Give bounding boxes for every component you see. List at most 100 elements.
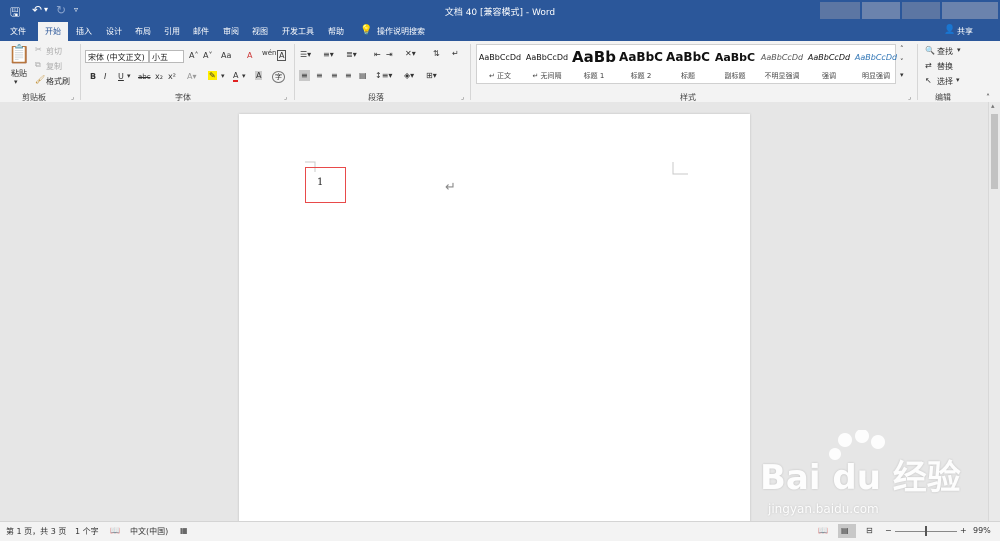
cut-icon[interactable]: ✂ <box>35 45 42 54</box>
replace-button[interactable]: 替换 <box>937 61 953 72</box>
distributed-button[interactable]: ▤ <box>359 71 367 80</box>
grow-font-button[interactable]: A˄ <box>189 51 198 60</box>
select-dropdown-icon[interactable]: ▾ <box>956 76 960 84</box>
decrease-indent-button[interactable]: ⇤ <box>374 50 381 59</box>
font-launcher-icon[interactable]: ⌟ <box>284 93 287 101</box>
copy-button[interactable]: 复制 <box>46 61 62 72</box>
style-title[interactable]: AaBbC 标题 <box>665 45 711 83</box>
share-icon[interactable]: 👤 <box>944 25 955 35</box>
character-border-button[interactable]: A <box>277 50 287 61</box>
phonetic-guide-button[interactable]: wén <box>262 49 276 57</box>
word-count-status[interactable]: 1 个字 <box>75 526 99 537</box>
highlight-dropdown-icon[interactable]: ▾ <box>221 72 225 80</box>
collapse-ribbon-icon[interactable]: ˄ <box>986 93 990 102</box>
zoom-in-button[interactable]: + <box>960 526 967 535</box>
style-subtitle[interactable]: AaBbC 副标题 <box>712 45 758 83</box>
web-layout-icon[interactable]: ⊟ <box>866 526 873 535</box>
tab-insert[interactable]: 插入 <box>76 26 92 37</box>
chinese-layout-button[interactable]: ✕▾ <box>405 49 416 58</box>
tab-home[interactable]: 开始 <box>38 22 68 41</box>
clipboard-launcher-icon[interactable]: ⌟ <box>71 93 74 101</box>
styles-launcher-icon[interactable]: ⌟ <box>908 93 911 101</box>
find-icon[interactable]: 🔍 <box>925 46 935 55</box>
proofing-icon[interactable]: 📖 <box>110 526 120 535</box>
change-case-button[interactable]: Aa <box>221 51 231 60</box>
zoom-level[interactable]: 99% <box>973 526 991 535</box>
style-normal[interactable]: AaBbCcDd ↵ 正文 <box>477 45 523 83</box>
customize-toolbar-icon[interactable]: ▿ <box>74 5 78 14</box>
tab-mailings[interactable]: 邮件 <box>193 26 209 37</box>
read-mode-icon[interactable]: 📖 <box>818 526 828 535</box>
format-painter-button[interactable]: 格式刷 <box>46 76 70 87</box>
justify-button[interactable]: ≡ <box>345 71 352 80</box>
character-shading-button[interactable]: A <box>255 71 263 80</box>
clear-formatting-button[interactable]: A <box>247 51 252 60</box>
bullets-button[interactable]: ☰▾ <box>300 50 311 59</box>
tab-file[interactable]: 文件 <box>10 26 26 37</box>
style-heading-2[interactable]: AaBbC 标题 2 <box>618 45 664 83</box>
save-icon[interactable]: 🖫 <box>10 3 20 24</box>
shrink-font-button[interactable]: A˅ <box>203 51 212 60</box>
styles-more-icon[interactable]: ▾ <box>900 71 904 79</box>
enclose-characters-button[interactable]: 字 <box>272 71 285 83</box>
multilevel-list-button[interactable]: ≣▾ <box>346 50 357 59</box>
select-icon[interactable]: ↖ <box>925 76 932 85</box>
sort-button[interactable]: ⇅ <box>433 49 440 58</box>
tab-help[interactable]: 帮助 <box>328 26 344 37</box>
tell-me-search[interactable]: 操作说明搜索 <box>377 26 425 37</box>
scroll-thumb[interactable] <box>991 114 998 189</box>
zoom-slider-thumb[interactable] <box>925 526 927 536</box>
text-effects-button[interactable]: A▾ <box>187 72 197 81</box>
share-button[interactable]: 共享 <box>957 26 973 37</box>
align-left-button[interactable]: ≡ <box>299 70 310 81</box>
show-marks-button[interactable]: ↵ <box>452 49 459 58</box>
redo-icon[interactable]: ↻ <box>56 3 66 17</box>
italic-button[interactable]: I <box>104 72 106 81</box>
highlight-color-button[interactable]: ✎ <box>208 71 217 80</box>
shading-button[interactable]: ◈▾ <box>404 71 414 80</box>
paragraph-launcher-icon[interactable]: ⌟ <box>461 93 464 101</box>
font-color-dropdown-icon[interactable]: ▾ <box>242 72 246 80</box>
tab-view[interactable]: 视图 <box>252 26 268 37</box>
tab-design[interactable]: 设计 <box>106 26 122 37</box>
styles-up-icon[interactable]: ˄ <box>900 45 904 53</box>
bold-button[interactable]: B <box>90 72 96 81</box>
align-right-button[interactable]: ≡ <box>331 71 338 80</box>
scroll-up-icon[interactable]: ▴ <box>991 102 995 110</box>
select-button[interactable]: 选择 <box>937 76 953 87</box>
style-intense-emphasis[interactable]: AaBbCcDd 明显强调 <box>853 45 899 83</box>
style-heading-1[interactable]: AaBb 标题 1 <box>571 45 617 83</box>
window-controls-area[interactable] <box>942 2 998 19</box>
styles-down-icon[interactable]: ˅ <box>900 58 904 66</box>
undo-dropdown-icon[interactable]: ▾ <box>44 5 48 14</box>
font-color-button[interactable]: A <box>233 71 239 82</box>
ribbon-display-options[interactable] <box>862 2 900 19</box>
font-size-combo[interactable]: 小五 <box>149 50 184 63</box>
strikethrough-button[interactable]: abc <box>138 73 151 81</box>
tab-layout[interactable]: 布局 <box>135 26 151 37</box>
language-status[interactable]: 中文(中国) <box>130 526 168 537</box>
copy-icon[interactable]: ⧉ <box>35 60 41 70</box>
style-no-spacing[interactable]: AaBbCcDd ↵ 无间隔 <box>524 45 570 83</box>
borders-button[interactable]: ⊞▾ <box>426 71 437 80</box>
find-button[interactable]: 查找 <box>937 46 953 57</box>
minimize-area[interactable] <box>902 2 940 19</box>
vertical-scrollbar[interactable]: ▴ <box>988 102 1000 521</box>
font-name-combo[interactable]: 宋体 (中文正文) <box>85 50 149 63</box>
underline-dropdown-icon[interactable]: ▾ <box>127 72 131 80</box>
subscript-button[interactable]: x₂ <box>155 72 163 81</box>
page-count-status[interactable]: 第 1 页，共 3 页 <box>6 526 66 537</box>
document-page[interactable]: 1 ↵ <box>239 114 750 524</box>
style-emphasis[interactable]: AaBbCcDd 强调 <box>806 45 852 83</box>
replace-icon[interactable]: ⇄ <box>925 61 932 70</box>
undo-icon[interactable]: ↶ <box>32 3 42 17</box>
style-subtle-emphasis[interactable]: AaBbCcDd 不明显强调 <box>759 45 805 83</box>
account-area[interactable] <box>820 2 860 19</box>
paste-icon[interactable]: 📋 <box>8 44 30 65</box>
tab-references[interactable]: 引用 <box>164 26 180 37</box>
align-center-button[interactable]: ≡ <box>316 71 323 80</box>
underline-button[interactable]: U <box>118 72 124 81</box>
increase-indent-button[interactable]: ⇥ <box>386 50 393 59</box>
tab-review[interactable]: 审阅 <box>223 26 239 37</box>
find-dropdown-icon[interactable]: ▾ <box>957 46 961 54</box>
